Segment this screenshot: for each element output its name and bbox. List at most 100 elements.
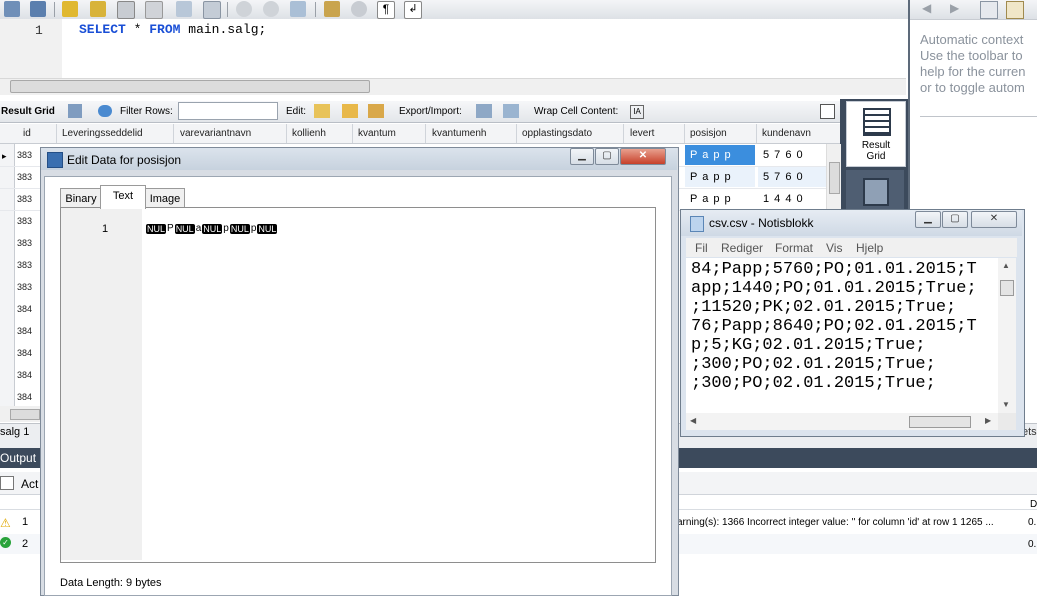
form-editor-side-button[interactable] xyxy=(846,170,904,210)
execute-current-icon[interactable] xyxy=(90,1,106,17)
toggle-panel-icon[interactable] xyxy=(820,104,835,119)
notepad-text-area[interactable]: 84;Papp;5760;PO;01.01.2015;T app;1440;PO… xyxy=(686,258,998,413)
column-header[interactable]: id xyxy=(23,124,31,143)
wrap-cell-icon[interactable]: IA xyxy=(630,105,644,119)
menu-vis[interactable]: Vis xyxy=(826,241,842,255)
dialog-titlebar[interactable]: Edit Data for posisjon ▁ ▢ ✕ xyxy=(41,148,677,170)
selected-cell-posisjon[interactable]: P a p p xyxy=(685,145,755,165)
row-id[interactable]: 384 xyxy=(17,326,32,336)
sql-statement[interactable]: SELECT * FROM main.salg; xyxy=(79,22,266,37)
import-icon[interactable] xyxy=(503,104,519,118)
row-id[interactable]: 384 xyxy=(17,348,32,358)
row-id[interactable]: 383 xyxy=(17,260,32,270)
scroll-right-icon[interactable]: ▶ xyxy=(985,416,991,425)
column-header[interactable]: kvantum xyxy=(358,124,396,143)
manual-help-icon[interactable] xyxy=(980,1,998,19)
toggle-icon[interactable] xyxy=(176,1,192,17)
edit-label: Edit: xyxy=(286,106,307,117)
result-grid-side-button[interactable]: Result Grid xyxy=(846,101,906,167)
column-header[interactable]: levert xyxy=(630,124,654,143)
dialog-close-button[interactable]: ✕ xyxy=(620,148,666,165)
back-arrow-icon[interactable]: ◀ xyxy=(922,1,931,15)
menu-format[interactable]: Format xyxy=(775,241,813,255)
notepad-close-button[interactable]: ✕ xyxy=(971,211,1017,228)
notepad-maximize-button[interactable]: ▢ xyxy=(942,211,968,228)
menu-rediger[interactable]: Rediger xyxy=(721,241,763,255)
explain-icon[interactable] xyxy=(117,1,135,19)
find-icon[interactable] xyxy=(351,1,367,17)
stop-icon[interactable] xyxy=(145,1,163,19)
row-id[interactable]: 384 xyxy=(17,304,32,314)
column-header[interactable]: kvantumenh xyxy=(432,124,486,143)
grid-scroll-thumb[interactable] xyxy=(829,162,840,194)
open-file-icon[interactable] xyxy=(4,1,20,17)
column-header[interactable]: opplastingsdato xyxy=(522,124,592,143)
notepad-horizontal-scrollbar[interactable]: ◀ ▶ xyxy=(686,413,998,430)
notepad-hscroll-thumb[interactable] xyxy=(909,416,971,428)
field-value-text[interactable]: NUL P NUL a NUL p NUL p NUL xyxy=(146,222,278,235)
grid-icon[interactable] xyxy=(203,1,221,19)
cell-kundenavn[interactable]: 5 7 6 0 xyxy=(758,167,826,187)
row-id[interactable]: 384 xyxy=(17,392,32,402)
row-id[interactable]: 383 xyxy=(17,238,32,248)
forward-arrow-icon[interactable]: ▶ xyxy=(950,1,959,15)
column-header[interactable]: kundenavn xyxy=(762,124,811,143)
text-line-number: 1 xyxy=(102,223,109,235)
commit-icon[interactable] xyxy=(236,1,252,17)
notepad-vertical-scrollbar[interactable]: ▲ ▼ xyxy=(998,258,1016,413)
output-row-message[interactable]: arning(s): 1366 Incorrect integer value:… xyxy=(677,517,994,528)
result-tab-salg[interactable]: salg 1 xyxy=(0,426,29,438)
column-header[interactable]: varevariantnavn xyxy=(180,124,251,143)
dialog-maximize-button[interactable]: ▢ xyxy=(595,148,619,165)
text-editor-pane[interactable] xyxy=(60,207,656,563)
column-header[interactable]: Leveringsseddelid xyxy=(62,124,143,143)
save-icon[interactable] xyxy=(30,1,46,17)
cell-posisjon[interactable]: P a p p xyxy=(685,167,755,187)
row-id[interactable]: 383 xyxy=(17,172,32,182)
dialog-minimize-button[interactable]: ▁ xyxy=(570,148,594,165)
row-id[interactable]: 383 xyxy=(17,216,32,226)
tab-image[interactable]: Image xyxy=(145,188,185,209)
column-header[interactable]: kollienh xyxy=(292,124,326,143)
edit-row-icon[interactable] xyxy=(314,104,330,118)
cell-kundenavn[interactable]: 5 7 6 0 xyxy=(758,145,826,165)
grid-horizontal-scrollbar[interactable] xyxy=(0,406,40,422)
scroll-down-icon[interactable]: ▼ xyxy=(1002,400,1010,409)
refresh-icon[interactable] xyxy=(98,105,112,117)
tab-text[interactable]: Text xyxy=(100,185,146,209)
main-toolbar: ¶ ↲ xyxy=(0,0,908,20)
output-select-icon[interactable] xyxy=(0,476,14,490)
value-char: a xyxy=(195,223,202,234)
menu-hjelp[interactable]: Hjelp xyxy=(856,241,883,255)
delete-row-icon[interactable] xyxy=(368,104,384,118)
size-grip[interactable] xyxy=(998,413,1016,430)
scroll-left-icon[interactable]: ◀ xyxy=(690,416,696,425)
row-id[interactable]: 383 xyxy=(17,282,32,292)
beautify-icon[interactable] xyxy=(324,1,340,17)
wrap-lines-icon[interactable]: ↲ xyxy=(404,1,422,19)
grid-view-icon[interactable] xyxy=(68,104,82,118)
row-id[interactable]: 383 xyxy=(17,150,32,160)
editor-scroll-thumb[interactable] xyxy=(10,80,370,93)
menu-fil[interactable]: Fil xyxy=(695,241,708,255)
insert-row-icon[interactable] xyxy=(342,104,358,118)
cell-posisjon[interactable]: P a p p xyxy=(685,189,755,209)
cell-kundenavn[interactable]: 1 4 4 0 xyxy=(758,189,826,209)
wrap-cell-label: Wrap Cell Content: xyxy=(534,106,619,117)
autocommit-icon[interactable] xyxy=(290,1,306,17)
export-icon[interactable] xyxy=(476,104,492,118)
invisible-chars-icon[interactable]: ¶ xyxy=(377,1,395,19)
scroll-up-icon[interactable]: ▲ xyxy=(1002,261,1010,270)
auto-help-icon[interactable] xyxy=(1006,1,1024,19)
execute-icon[interactable] xyxy=(62,1,78,17)
notepad-titlebar[interactable]: csv.csv - Notisblokk ▁ ▢ ✕ xyxy=(681,210,1022,236)
row-id[interactable]: 384 xyxy=(17,370,32,380)
row-id[interactable]: 383 xyxy=(17,194,32,204)
column-header[interactable]: posisjon xyxy=(690,124,727,143)
rollback-icon[interactable] xyxy=(263,1,279,17)
notepad-vscroll-thumb[interactable] xyxy=(1000,280,1014,296)
grid-hscroll-thumb[interactable] xyxy=(10,409,40,420)
tab-binary[interactable]: Binary xyxy=(60,188,102,209)
notepad-minimize-button[interactable]: ▁ xyxy=(915,211,941,228)
filter-rows-input[interactable] xyxy=(178,102,278,120)
